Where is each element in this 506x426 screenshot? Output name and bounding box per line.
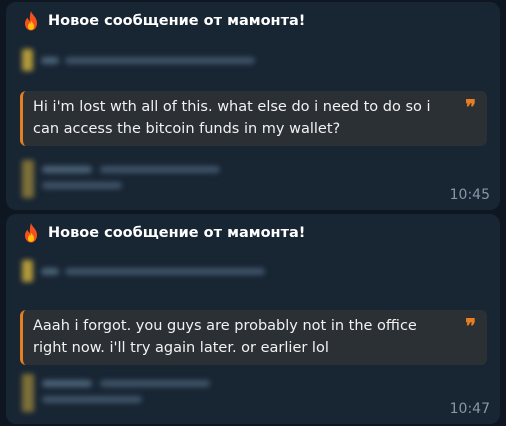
quote-text: Hi i'm lost wth all of this. what else d…	[33, 99, 431, 137]
fire-icon	[25, 11, 37, 31]
redacted-details	[22, 374, 210, 412]
message-title: Новое сообщение от мамонта!	[48, 225, 306, 241]
quote-icon: ❞	[465, 314, 476, 338]
message-bubble[interactable]: Новое сообщение от мамонта! Aaah i forgo…	[6, 214, 500, 424]
message-time: 10:45	[449, 187, 490, 203]
message-time: 10:47	[449, 401, 490, 417]
redacted-sender	[22, 260, 265, 282]
redacted-details	[22, 160, 220, 198]
quote-icon: ❞	[465, 95, 476, 119]
message-title: Новое сообщение от мамонта!	[48, 13, 306, 29]
fire-icon	[25, 223, 37, 243]
message-header: Новое сообщение от мамонта!	[22, 223, 305, 243]
quoted-message[interactable]: Hi i'm lost wth all of this. what else d…	[20, 91, 487, 146]
quote-text: Aaah i forgot. you guys are probably not…	[33, 318, 417, 356]
message-header: Новое сообщение от мамонта!	[22, 11, 305, 31]
redacted-sender	[22, 49, 255, 71]
message-bubble[interactable]: Новое сообщение от мамонта! Hi i'm lost …	[6, 2, 500, 210]
quoted-message[interactable]: Aaah i forgot. you guys are probably not…	[20, 310, 487, 365]
